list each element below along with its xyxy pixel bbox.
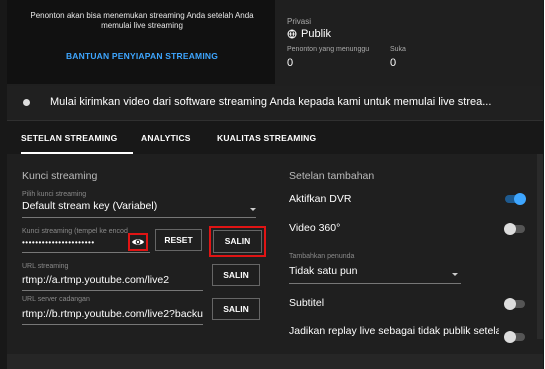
stream-preview: Penonton akan bisa menemukan streaming A… (7, 0, 275, 84)
privacy-status: Publik (287, 28, 331, 40)
video360-toggle[interactable] (504, 223, 525, 235)
stream-key-select-value: Default stream key (Variabel) (22, 200, 158, 212)
delay-label: Tambahkan penunda (289, 253, 355, 260)
toggle-knob (504, 331, 516, 343)
stream-url-field[interactable]: rtmp://a.rtmp.youtube.com/live2 (22, 274, 202, 286)
toggle-knob (514, 193, 526, 205)
tab-analytics[interactable]: ANALYTICS (141, 133, 191, 143)
replay-unlisted-toggle[interactable] (504, 331, 525, 343)
tab-stream-health[interactable]: KUALITAS STREAMING (217, 133, 316, 143)
dvr-label: Aktifkan DVR (289, 193, 352, 205)
eye-icon[interactable] (131, 236, 145, 248)
dvr-toggle[interactable] (505, 193, 526, 205)
status-dot-icon (23, 99, 30, 106)
likes-label: Suka (390, 46, 406, 53)
divider (22, 324, 203, 325)
waiting-viewers-value: 0 (287, 57, 294, 69)
delay-select-value: Tidak satu pun (289, 265, 358, 277)
subtitle-label: Subtitel (289, 297, 325, 309)
backup-url-label: URL server cadangan (22, 296, 90, 303)
copy-backup-url-button[interactable]: SALIN (212, 298, 260, 320)
toggle-knob (504, 298, 516, 310)
divider (22, 290, 203, 291)
privacy-value: Publik (301, 28, 331, 40)
stream-key-select[interactable]: Default stream key (Variabel) (22, 200, 256, 216)
stream-url-label: URL streaming (22, 263, 69, 270)
copy-stream-url-button[interactable]: SALIN (212, 264, 260, 286)
delay-select[interactable]: Tidak satu pun (289, 265, 461, 281)
tab-stream-settings[interactable]: SETELAN STREAMING (21, 133, 117, 143)
divider (22, 252, 150, 253)
copy-stream-key-button[interactable]: SALIN (213, 230, 262, 253)
video360-label: Video 360° (289, 222, 341, 234)
tab-bar: SETELAN STREAMING ANALYTICS KUALITAS STR… (7, 120, 543, 155)
privacy-label: Privasi (287, 17, 312, 26)
reset-button[interactable]: RESET (155, 229, 202, 251)
status-banner: Mulai kirimkan video dari software strea… (7, 86, 543, 120)
chevron-down-icon (250, 208, 256, 211)
stream-key-heading: Kunci streaming (22, 170, 98, 182)
status-banner-text: Mulai kirimkan video dari software strea… (50, 96, 492, 108)
preview-message: Penonton akan bisa menemukan streaming A… (30, 11, 254, 30)
toggle-knob (504, 223, 516, 235)
waiting-viewers-label: Penonton yang menunggu (287, 46, 370, 53)
live-control-room: Penonton akan bisa menemukan streaming A… (0, 0, 544, 369)
setup-help-link[interactable]: BANTUAN PENYIAPAN STREAMING (29, 51, 255, 61)
additional-settings-heading: Setelan tambahan (289, 170, 375, 182)
bottom-bar (7, 354, 543, 369)
divider (289, 283, 461, 284)
likes-value: 0 (390, 57, 397, 69)
backup-url-field[interactable]: rtmp://b.rtmp.youtube.com/live2?backup (22, 308, 203, 320)
stream-key-field[interactable]: •••••••••••••••••••••• (22, 238, 127, 247)
scrollbar[interactable] (537, 154, 543, 339)
replay-unlisted-label: Jadikan replay live sebagai tidak publik… (289, 325, 499, 337)
globe-icon (287, 29, 297, 39)
subtitle-toggle[interactable] (504, 298, 525, 310)
chevron-down-icon (452, 273, 458, 276)
stream-key-select-label: Pilih kunci streaming (22, 191, 87, 198)
divider (22, 217, 256, 218)
stream-key-field-label: Kunci streaming (tempel ke encod (22, 228, 128, 235)
